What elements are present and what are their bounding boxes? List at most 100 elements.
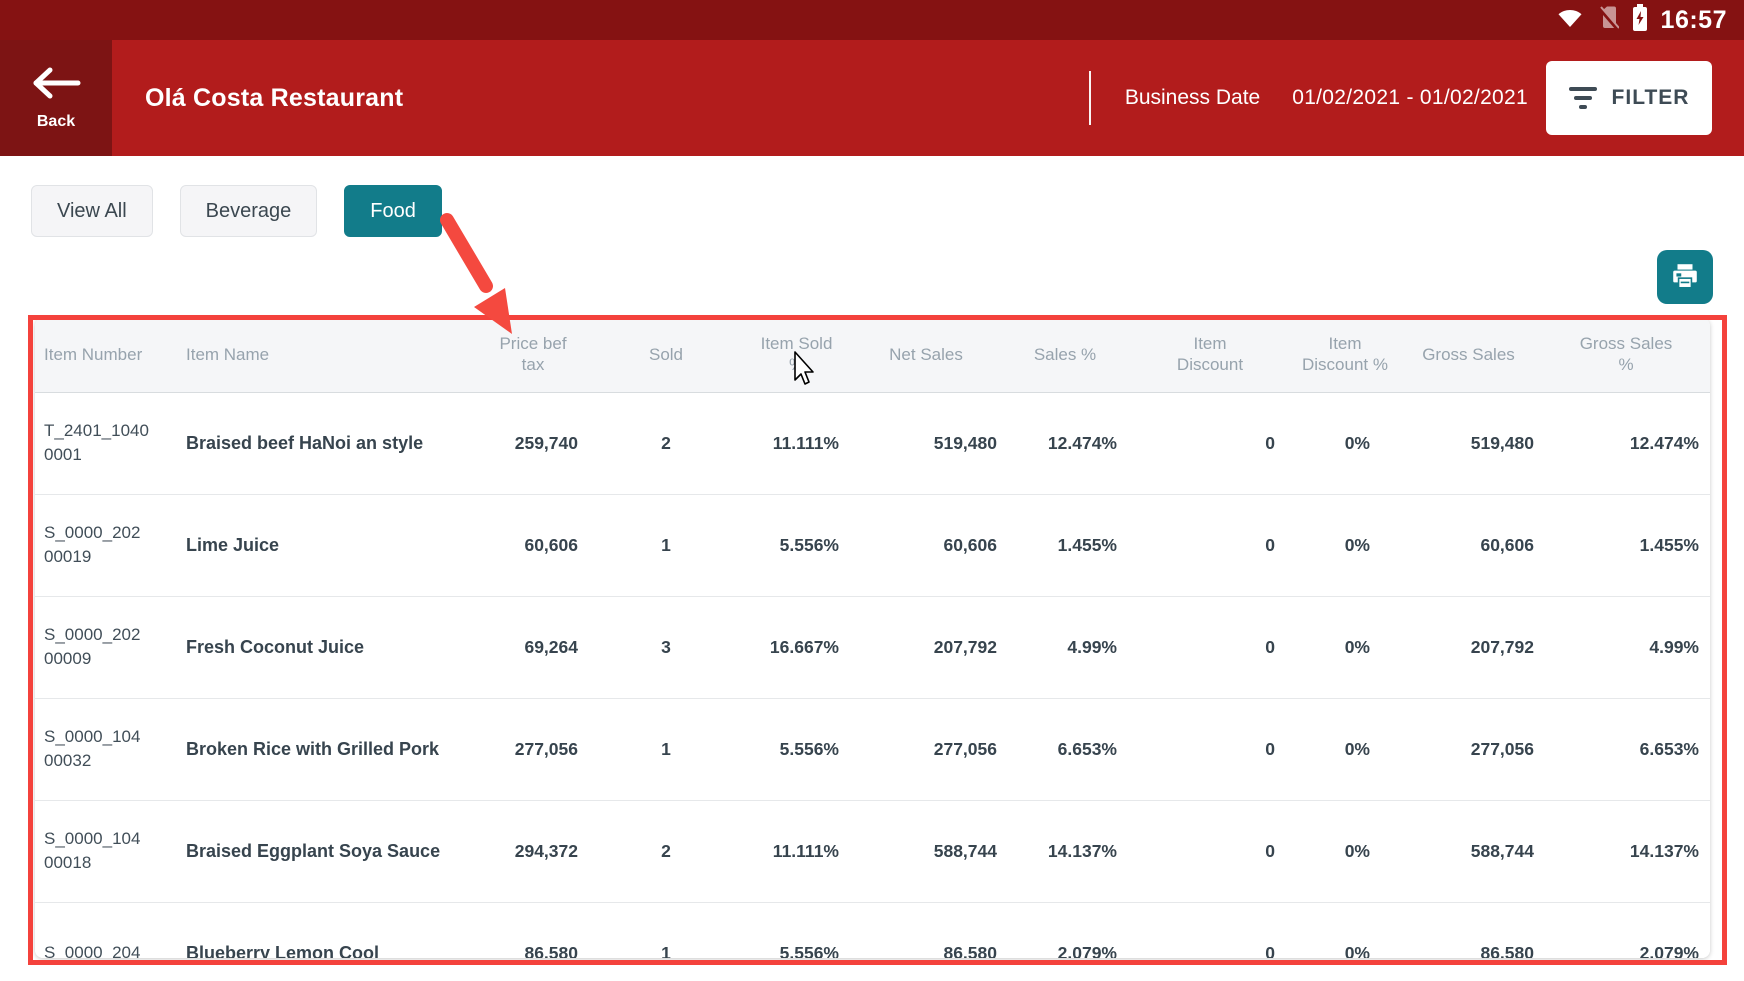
cell-item-name: Braised Eggplant Soya Sauce xyxy=(185,800,480,902)
cell-item-discount-pct: 0% xyxy=(1295,902,1395,958)
cell-item-discount: 0 xyxy=(1125,392,1295,494)
table-row[interactable]: S_0000_104 00032Broken Rice with Grilled… xyxy=(35,698,1710,800)
column-header-item-name[interactable]: Item Name xyxy=(185,318,480,392)
status-time: 16:57 xyxy=(1661,6,1727,35)
table-row[interactable]: S_0000_202 00009Fresh Coconut Juice69,26… xyxy=(35,596,1710,698)
column-header-item-sold-pct[interactable]: Item Sold % xyxy=(746,318,847,392)
cell-item-number: S_0000_202 00009 xyxy=(35,596,185,698)
cell-sold: 3 xyxy=(586,596,746,698)
cell-item-number: S_0000_104 00032 xyxy=(35,698,185,800)
cell-item-name: Blueberry Lemon Cool xyxy=(185,902,480,958)
print-button[interactable] xyxy=(1657,250,1713,304)
cell-gross-sales-pct: 4.99% xyxy=(1542,596,1710,698)
filter-button[interactable]: FILTER xyxy=(1546,61,1712,135)
cell-gross-sales-pct: 12.474% xyxy=(1542,392,1710,494)
cell-item-number: T_2401_1040 0001 xyxy=(35,392,185,494)
cell-item-sold-pct: 16.667% xyxy=(746,596,847,698)
column-header-item-discount[interactable]: Item Discount xyxy=(1125,318,1295,392)
cell-item-discount: 0 xyxy=(1125,800,1295,902)
chip-food[interactable]: Food xyxy=(344,185,442,237)
column-header-net-sales[interactable]: Net Sales xyxy=(847,318,1005,392)
cell-gross-sales: 207,792 xyxy=(1395,596,1542,698)
back-label: Back xyxy=(37,113,75,131)
cell-sales-pct: 2.079% xyxy=(1005,902,1125,958)
cell-net-sales: 588,744 xyxy=(847,800,1005,902)
cell-item-discount-pct: 0% xyxy=(1295,800,1395,902)
cell-item-discount: 0 xyxy=(1125,698,1295,800)
cell-net-sales: 207,792 xyxy=(847,596,1005,698)
chip-view-all[interactable]: View All xyxy=(31,185,153,237)
app-bar: Back Olá Costa Restaurant Business Date … xyxy=(0,40,1744,156)
cell-price-bef-tax: 277,056 xyxy=(480,698,586,800)
cell-sold: 1 xyxy=(586,902,746,958)
cell-sales-pct: 6.653% xyxy=(1005,698,1125,800)
cell-price-bef-tax: 259,740 xyxy=(480,392,586,494)
battery-charging-icon xyxy=(1632,4,1648,36)
business-date-label: Business Date xyxy=(1125,86,1260,110)
cell-gross-sales: 86,580 xyxy=(1395,902,1542,958)
cell-item-sold-pct: 11.111% xyxy=(746,800,847,902)
back-arrow-icon xyxy=(30,66,82,105)
cell-net-sales: 519,480 xyxy=(847,392,1005,494)
cell-net-sales: 86,580 xyxy=(847,902,1005,958)
cell-item-discount-pct: 0% xyxy=(1295,596,1395,698)
cell-price-bef-tax: 60,606 xyxy=(480,494,586,596)
table-row[interactable]: S_0000_204Blueberry Lemon Cool86,58015.5… xyxy=(35,902,1710,958)
table-row[interactable]: T_2401_1040 0001Braised beef HaNoi an st… xyxy=(35,392,1710,494)
cell-item-name: Fresh Coconut Juice xyxy=(185,596,480,698)
cell-item-discount-pct: 0% xyxy=(1295,392,1395,494)
sales-report-table: Item NumberItem NamePrice bef taxSoldIte… xyxy=(35,318,1710,958)
column-header-price-bef-tax[interactable]: Price bef tax xyxy=(480,318,586,392)
back-button[interactable]: Back xyxy=(0,40,112,156)
business-date-value[interactable]: 01/02/2021 - 01/02/2021 xyxy=(1292,86,1528,110)
wifi-icon xyxy=(1556,6,1584,34)
cell-gross-sales-pct: 2.079% xyxy=(1542,902,1710,958)
column-header-sold[interactable]: Sold xyxy=(586,318,746,392)
cell-item-name: Braised beef HaNoi an style xyxy=(185,392,480,494)
chip-beverage[interactable]: Beverage xyxy=(180,185,318,237)
table-row[interactable]: S_0000_202 00019Lime Juice60,60615.556%6… xyxy=(35,494,1710,596)
cell-sold: 1 xyxy=(586,698,746,800)
cell-item-name: Broken Rice with Grilled Pork xyxy=(185,698,480,800)
cell-sales-pct: 14.137% xyxy=(1005,800,1125,902)
cell-gross-sales-pct: 1.455% xyxy=(1542,494,1710,596)
cell-sold: 2 xyxy=(586,800,746,902)
vertical-divider xyxy=(1089,71,1091,125)
cell-item-number: S_0000_104 00018 xyxy=(35,800,185,902)
cell-price-bef-tax: 86,580 xyxy=(480,902,586,958)
cell-sales-pct: 4.99% xyxy=(1005,596,1125,698)
cell-sold: 2 xyxy=(586,392,746,494)
cell-item-discount: 0 xyxy=(1125,494,1295,596)
cell-gross-sales-pct: 14.137% xyxy=(1542,800,1710,902)
cell-item-sold-pct: 5.556% xyxy=(746,698,847,800)
filter-button-label: FILTER xyxy=(1612,86,1690,110)
cell-item-discount-pct: 0% xyxy=(1295,494,1395,596)
table-row[interactable]: S_0000_104 00018Braised Eggplant Soya Sa… xyxy=(35,800,1710,902)
cell-price-bef-tax: 69,264 xyxy=(480,596,586,698)
cell-gross-sales: 277,056 xyxy=(1395,698,1542,800)
cell-item-name: Lime Juice xyxy=(185,494,480,596)
filter-icon xyxy=(1569,87,1597,109)
column-header-item-number[interactable]: Item Number xyxy=(35,318,185,392)
cell-net-sales: 60,606 xyxy=(847,494,1005,596)
cell-item-discount: 0 xyxy=(1125,596,1295,698)
cell-sales-pct: 1.455% xyxy=(1005,494,1125,596)
cell-item-discount-pct: 0% xyxy=(1295,698,1395,800)
column-header-item-discount-pct[interactable]: Item Discount % xyxy=(1295,318,1395,392)
no-sim-icon xyxy=(1597,6,1619,35)
category-filter-chips: View All Beverage Food xyxy=(31,185,442,237)
cell-item-sold-pct: 5.556% xyxy=(746,902,847,958)
column-header-gross-sales[interactable]: Gross Sales xyxy=(1395,318,1542,392)
cell-sales-pct: 12.474% xyxy=(1005,392,1125,494)
table-header-row: Item NumberItem NamePrice bef taxSoldIte… xyxy=(35,318,1710,392)
cell-gross-sales: 60,606 xyxy=(1395,494,1542,596)
status-bar: 16:57 xyxy=(0,0,1744,40)
sales-report-table-card: Item NumberItem NamePrice bef taxSoldIte… xyxy=(35,318,1710,958)
cell-item-sold-pct: 11.111% xyxy=(746,392,847,494)
app-bar-right-group: Business Date 01/02/2021 - 01/02/2021 FI… xyxy=(1089,40,1712,156)
column-header-gross-sales-pct[interactable]: Gross Sales % xyxy=(1542,318,1710,392)
cell-sold: 1 xyxy=(586,494,746,596)
page-title: Olá Costa Restaurant xyxy=(145,40,403,156)
column-header-sales-pct[interactable]: Sales % xyxy=(1005,318,1125,392)
printer-icon xyxy=(1670,262,1700,293)
